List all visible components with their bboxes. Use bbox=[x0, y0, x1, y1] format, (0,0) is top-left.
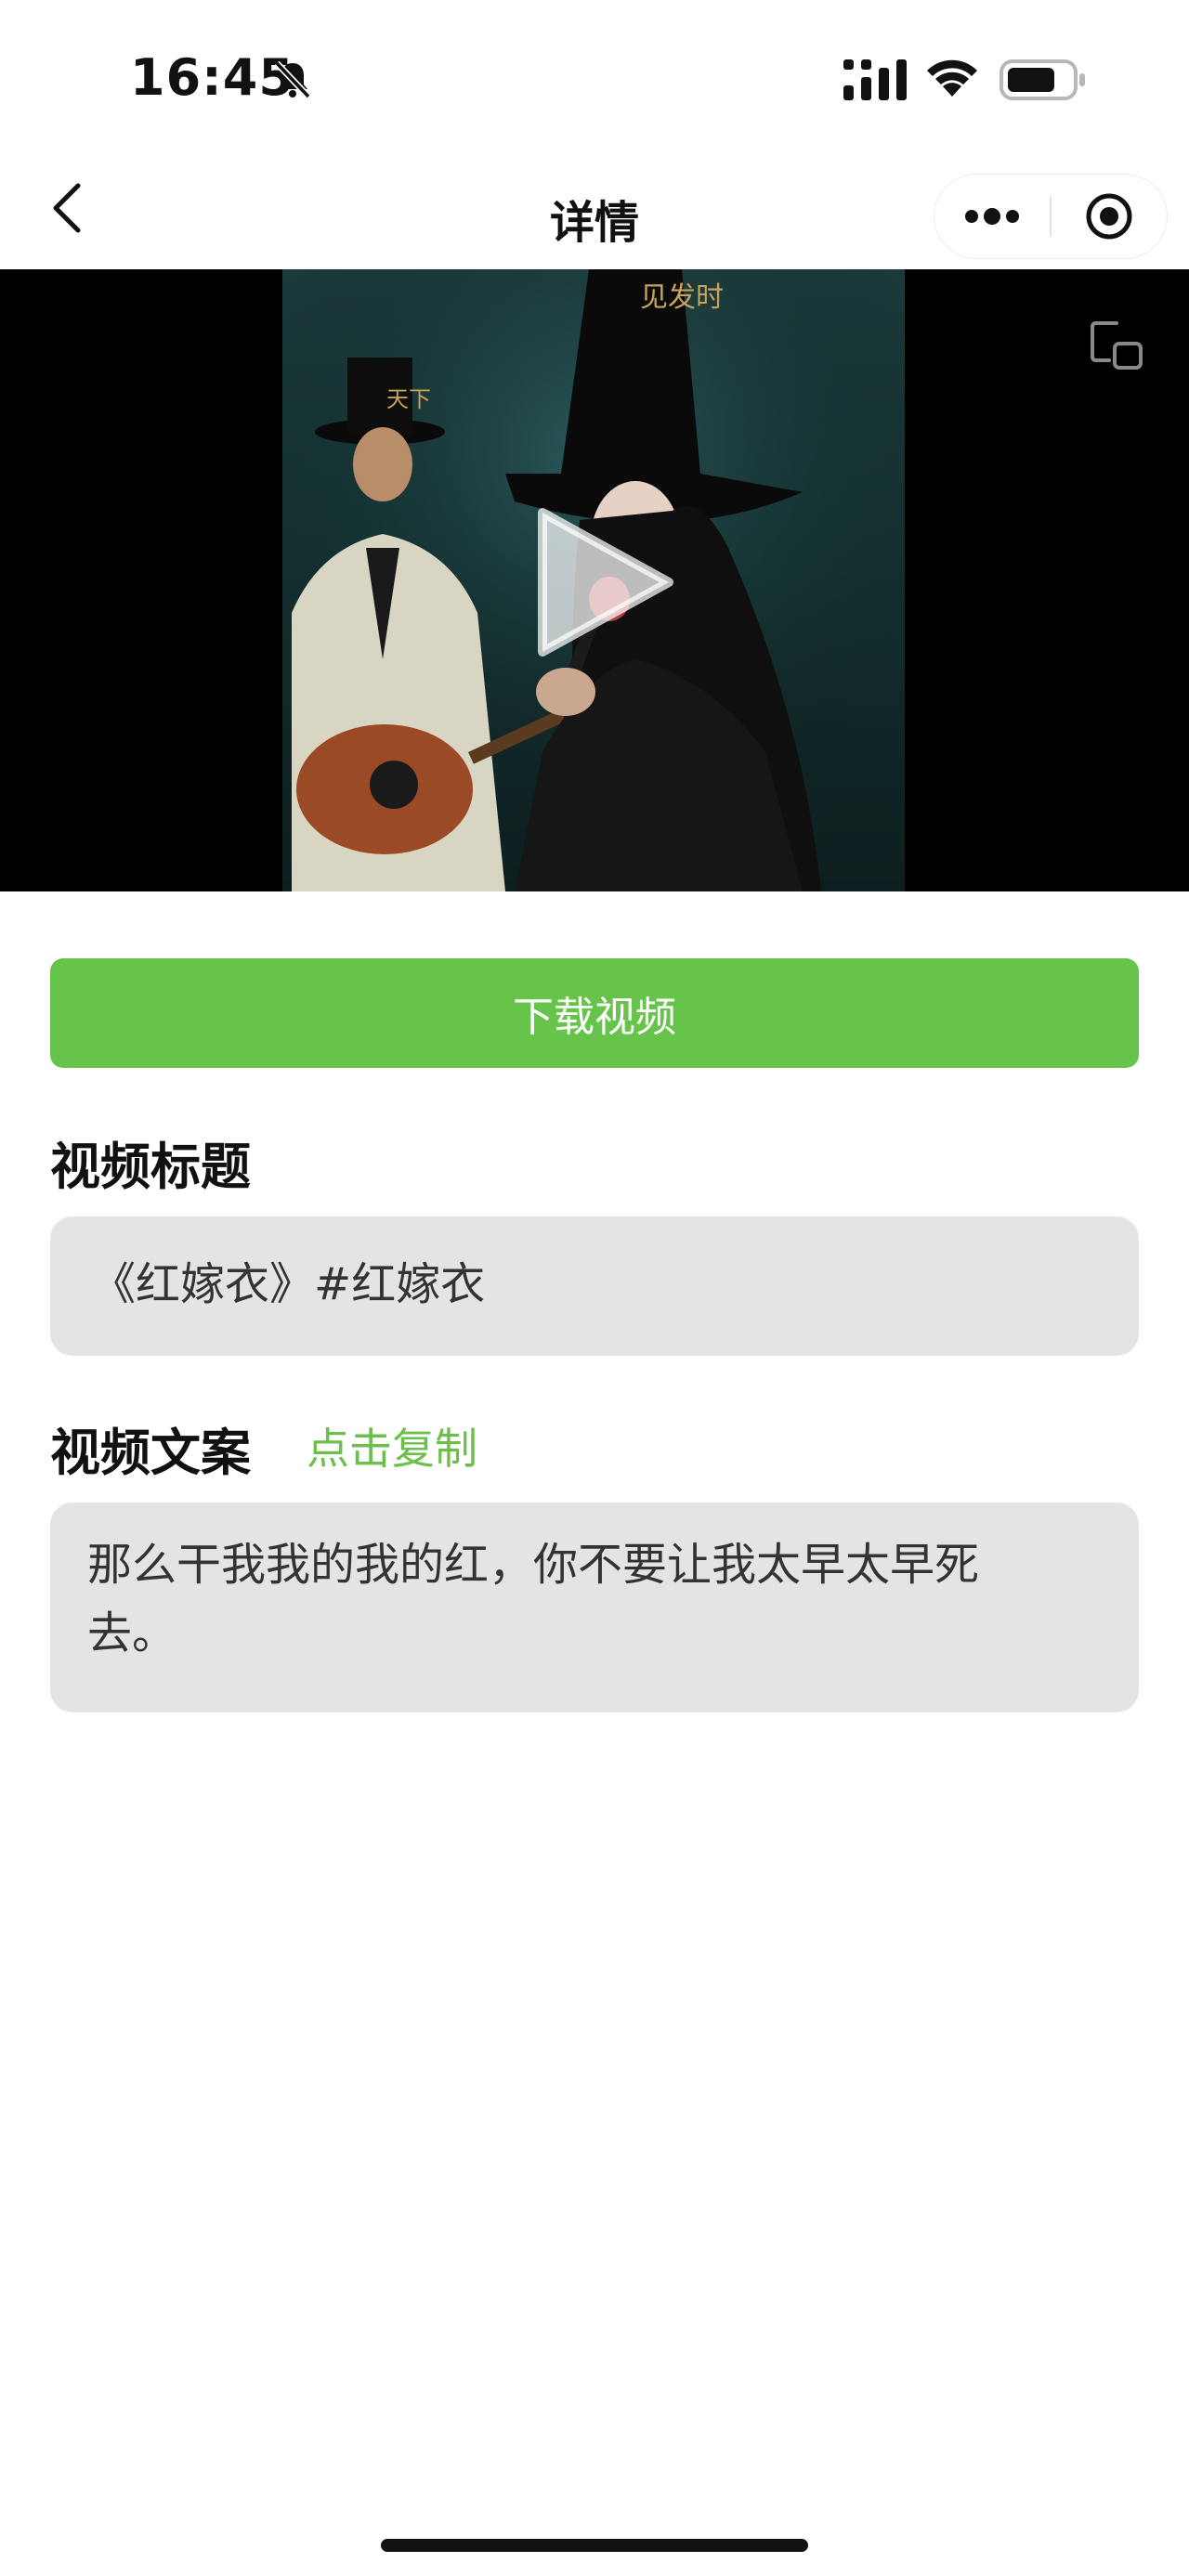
copy-caption-link[interactable]: 点击复制 bbox=[307, 1415, 477, 1477]
video-player[interactable]: 天下 见发时 bbox=[0, 269, 1189, 891]
video-title-text: 《红嫁衣》#红嫁衣 bbox=[91, 1258, 486, 1310]
menu-capsule bbox=[934, 175, 1167, 258]
close-target-icon bbox=[1086, 193, 1132, 240]
status-bar: 16:45 bbox=[0, 0, 1189, 149]
battery-icon bbox=[1000, 59, 1085, 100]
pip-icon[interactable] bbox=[1089, 318, 1144, 373]
bell-muted-icon bbox=[274, 60, 311, 99]
video-caption-heading: 视频文案 bbox=[50, 1424, 251, 1482]
hat-text-left: 天下 bbox=[386, 386, 431, 412]
hat-text-right: 见发时 bbox=[640, 281, 724, 314]
close-miniprogram-button[interactable] bbox=[1052, 175, 1167, 258]
video-title-heading: 视频标题 bbox=[50, 1138, 251, 1196]
home-indicator[interactable] bbox=[381, 2539, 808, 2552]
status-time: 16:45 bbox=[130, 48, 294, 107]
more-icon bbox=[965, 208, 1019, 225]
signal-icon bbox=[843, 59, 907, 100]
more-button[interactable] bbox=[934, 175, 1050, 258]
video-caption-text: 那么干我我的我的红，你不要让我太早太早死去。 bbox=[87, 1539, 980, 1659]
wifi-icon bbox=[927, 59, 977, 97]
download-video-button[interactable]: 下载视频 bbox=[50, 958, 1139, 1068]
nav-bar: 详情 bbox=[0, 149, 1189, 269]
video-caption-box: 那么干我我的我的红，你不要让我太早太早死去。 bbox=[50, 1503, 1139, 1712]
video-title-box: 《红嫁衣》#红嫁衣 bbox=[50, 1216, 1139, 1356]
play-icon[interactable] bbox=[531, 503, 680, 661]
